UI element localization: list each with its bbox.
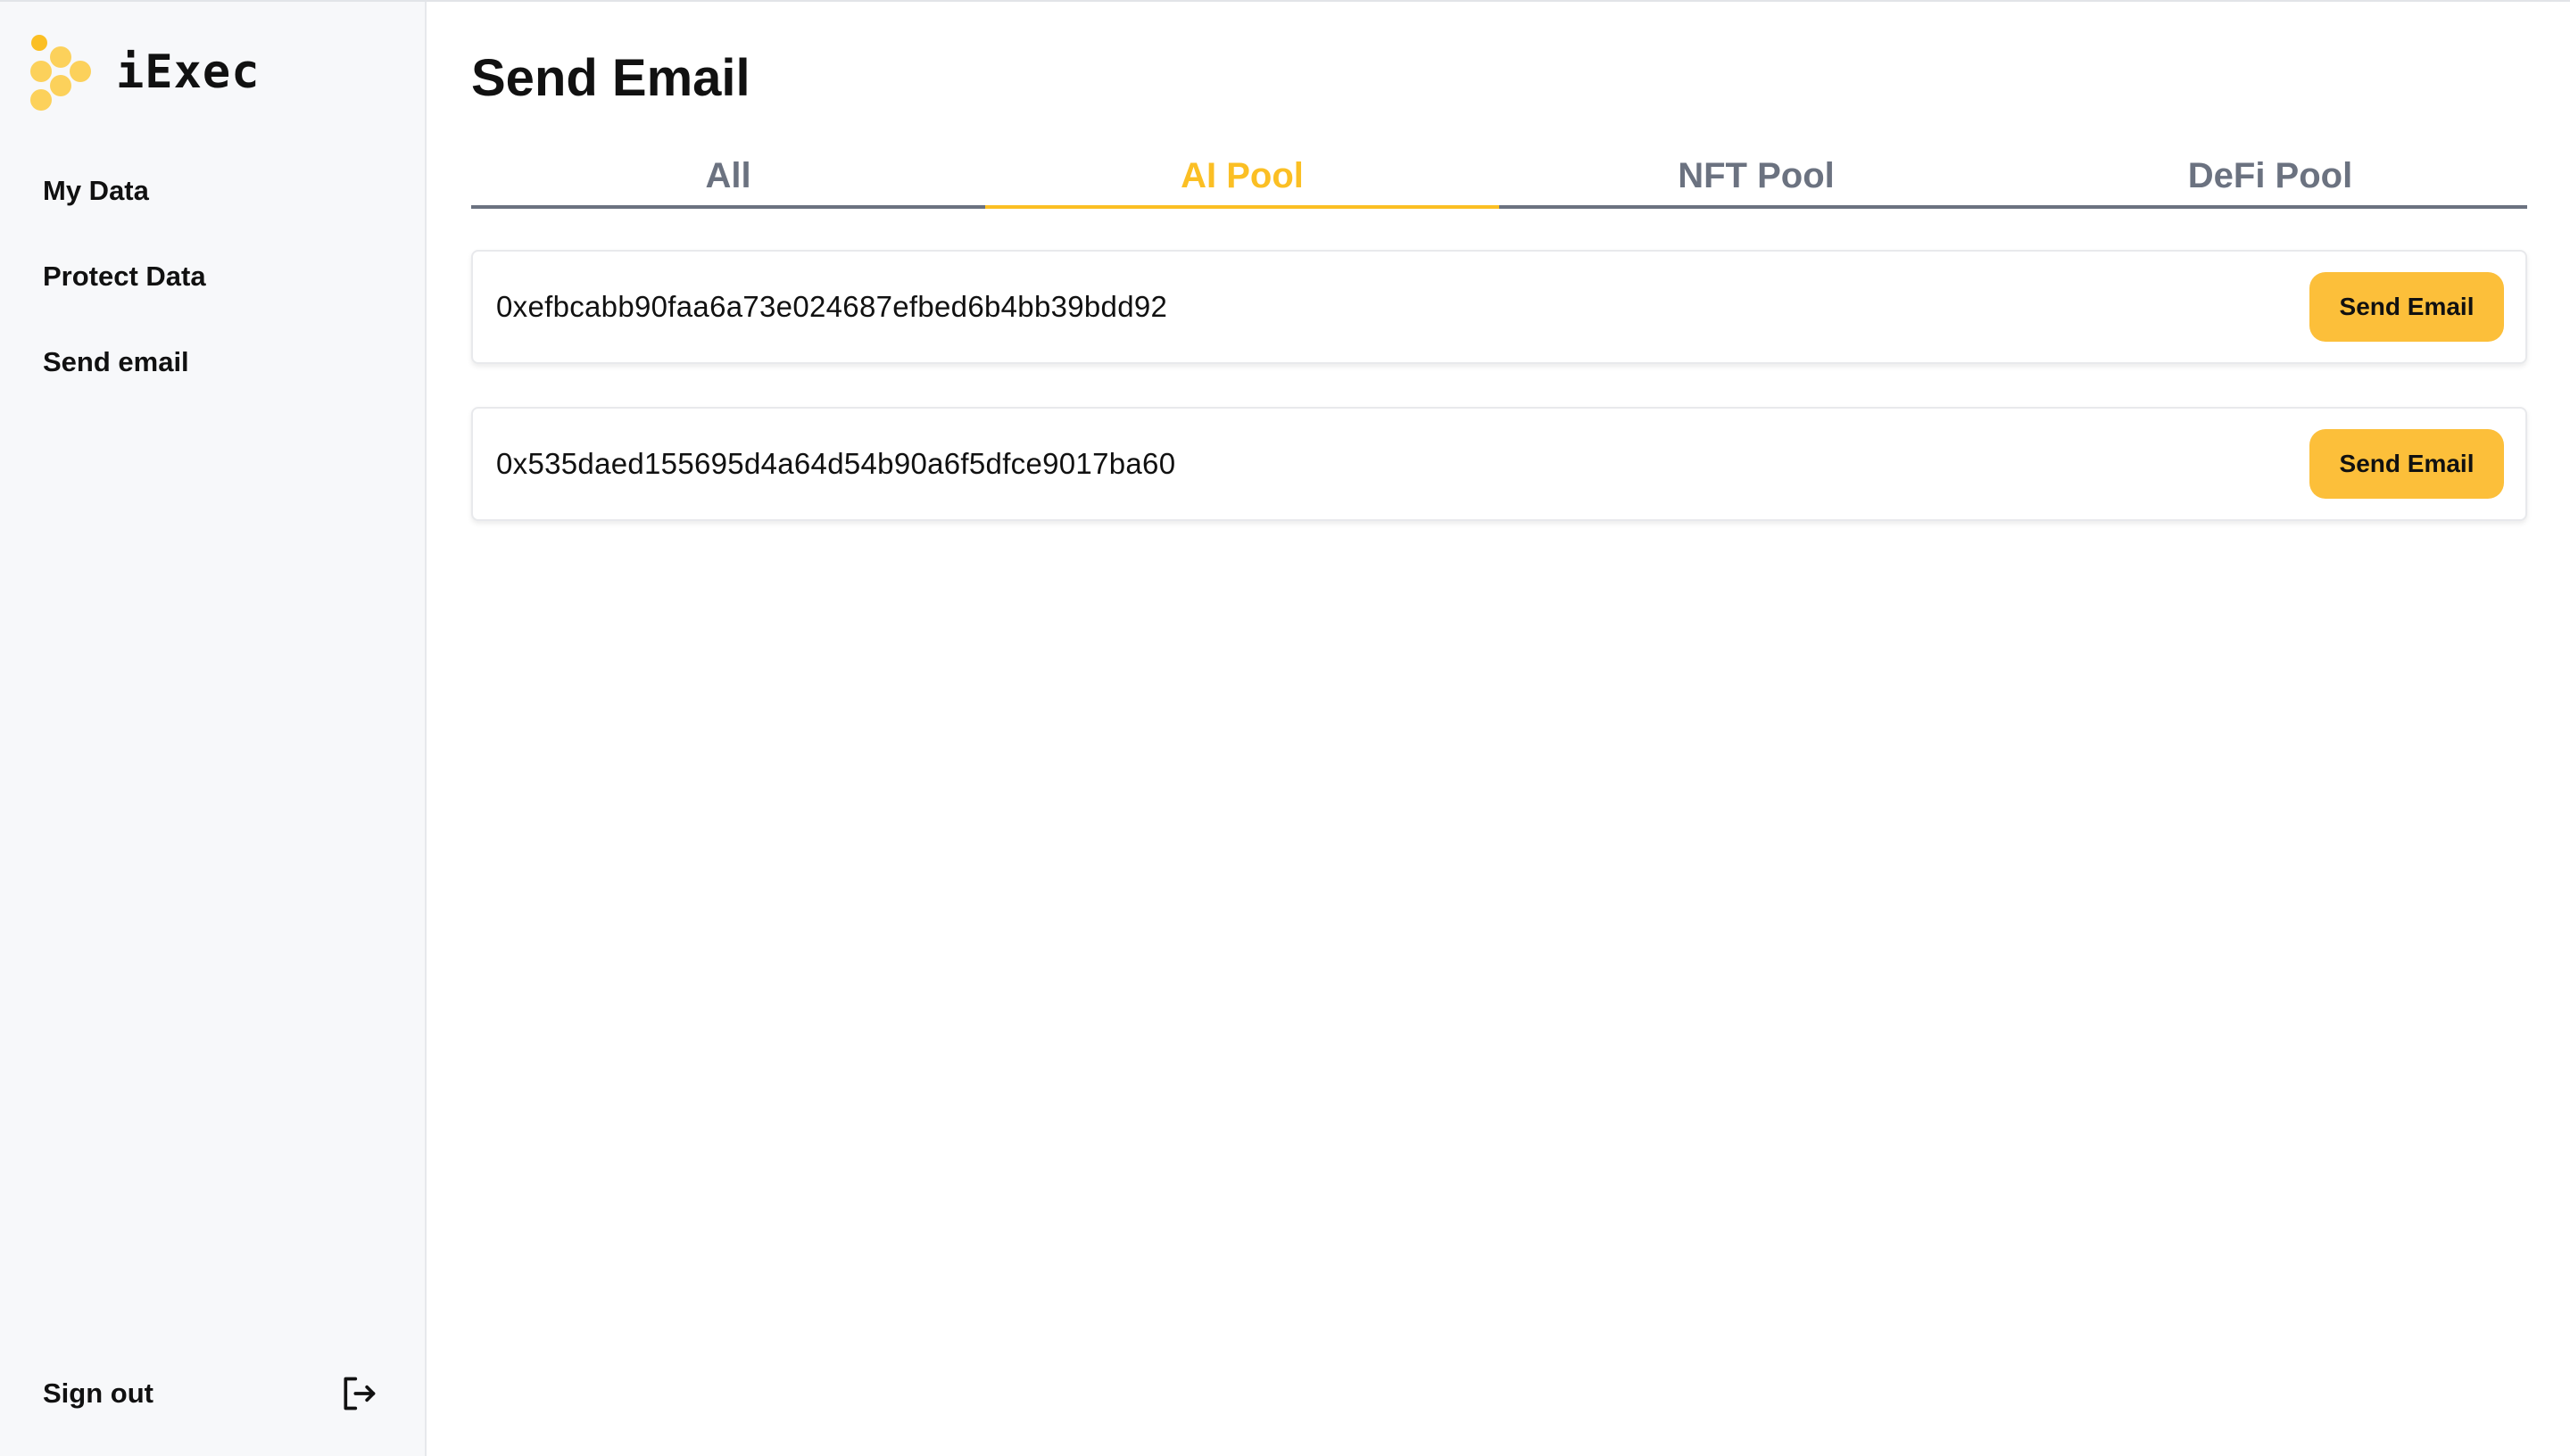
iexec-logo-icon	[30, 35, 91, 111]
list-item: 0xefbcabb90faa6a73e024687efbed6b4bb39bdd…	[471, 250, 2527, 364]
tab-nft-pool[interactable]: NFT Pool	[1499, 152, 2013, 209]
sidebar-item-my-data[interactable]: My Data	[43, 162, 206, 248]
sign-out-button[interactable]: Sign out	[43, 1358, 378, 1429]
send-email-button[interactable]: Send Email	[2309, 272, 2504, 342]
pool-tabs: All AI Pool NFT Pool DeFi Pool	[471, 152, 2527, 209]
send-email-button[interactable]: Send Email	[2309, 429, 2504, 499]
protected-data-address: 0xefbcabb90faa6a73e024687efbed6b4bb39bdd…	[496, 290, 1168, 323]
sidebar-item-send-email[interactable]: Send email	[43, 334, 206, 419]
brand[interactable]: iExec	[27, 32, 261, 112]
app-window: iExec My Data Protect Data Send email Si…	[0, 0, 2570, 1456]
tab-defi-pool[interactable]: DeFi Pool	[2013, 152, 2527, 209]
protected-data-list: 0xefbcabb90faa6a73e024687efbed6b4bb39bdd…	[471, 250, 2527, 564]
protected-data-address: 0x535daed155695d4a64d54b90a6f5dfce9017ba…	[496, 447, 1176, 480]
sign-out-icon	[344, 1377, 376, 1410]
brand-name: iExec	[116, 46, 261, 99]
tab-all[interactable]: All	[471, 152, 985, 209]
tab-ai-pool[interactable]: AI Pool	[985, 152, 1499, 209]
sidebar-nav: My Data Protect Data Send email	[43, 162, 206, 419]
sidebar-item-protect-data[interactable]: Protect Data	[43, 248, 206, 334]
sign-out-label: Sign out	[43, 1377, 153, 1409]
page-title: Send Email	[471, 49, 750, 107]
list-item: 0x535daed155695d4a64d54b90a6f5dfce9017ba…	[471, 407, 2527, 521]
sidebar: iExec My Data Protect Data Send email Si…	[0, 2, 427, 1456]
